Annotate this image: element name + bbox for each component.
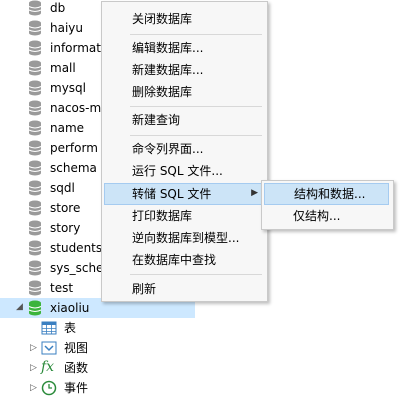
tree-child-label: 事件 bbox=[64, 381, 89, 395]
menu-item-label: 结构和数据... bbox=[294, 187, 366, 201]
database-icon bbox=[28, 260, 42, 276]
menu-item-close-database[interactable]: 关闭数据库 bbox=[132, 8, 192, 30]
tree-item-label: nacos-m bbox=[50, 101, 102, 115]
database-icon bbox=[28, 120, 42, 136]
menu-item-reverse-to-model[interactable]: 逆向数据库到模型... bbox=[132, 227, 239, 249]
tree-item-label: test bbox=[50, 281, 74, 295]
menu-separator bbox=[130, 274, 262, 275]
menu-item-run-sql-file[interactable]: 运行 SQL 文件... bbox=[132, 160, 223, 182]
database-icon bbox=[28, 160, 42, 176]
tree-item-label: mall bbox=[50, 61, 76, 75]
menu-separator bbox=[130, 34, 262, 35]
view-icon bbox=[41, 341, 57, 355]
menu-item-print-database[interactable]: 打印数据库 bbox=[132, 205, 192, 227]
database-icon bbox=[28, 200, 42, 216]
submenu-dump-sql: 结构和数据... 仅结构... bbox=[261, 180, 394, 230]
menu-item-dump-sql-file[interactable]: 转储 SQL 文件 ▶ bbox=[104, 183, 263, 205]
database-icon bbox=[28, 40, 42, 56]
database-open-icon bbox=[28, 300, 42, 316]
database-icon bbox=[28, 60, 42, 76]
database-icon bbox=[28, 180, 42, 196]
submenu-arrow-icon: ▶ bbox=[251, 188, 258, 198]
event-clock-icon bbox=[41, 380, 57, 396]
function-icon: fx bbox=[41, 359, 55, 375]
tree-item-label: xiaoliu bbox=[50, 301, 90, 315]
table-icon bbox=[41, 321, 57, 335]
menu-item-label: 转储 SQL 文件 bbox=[132, 187, 212, 201]
tree-item-label: sys_sche bbox=[50, 261, 104, 275]
menu-item-edit-database[interactable]: 编辑数据库... bbox=[132, 37, 203, 59]
menu-item-find-in-database[interactable]: 在数据库中查找 bbox=[132, 249, 216, 271]
menu-item-delete-database[interactable]: 删除数据库 bbox=[132, 81, 192, 103]
tree-child-functions[interactable]: ▷ fx 函数 bbox=[0, 358, 195, 378]
collapse-arrow-icon[interactable]: ◢ bbox=[16, 302, 23, 312]
menu-separator bbox=[130, 135, 262, 136]
menu-item-new-database[interactable]: 新建数据库... bbox=[132, 59, 203, 81]
expand-arrow-icon[interactable]: ▷ bbox=[30, 363, 37, 373]
tree-child-events[interactable]: ▷ 事件 bbox=[0, 378, 195, 398]
submenu-item-structure-and-data[interactable]: 结构和数据... bbox=[264, 183, 389, 205]
database-icon bbox=[28, 280, 42, 296]
tree-item-label: schema bbox=[50, 161, 97, 175]
database-icon bbox=[28, 140, 42, 156]
database-icon bbox=[28, 220, 42, 236]
tree-child-views[interactable]: ▷ 视图 bbox=[0, 338, 195, 358]
tree-child-label: 表 bbox=[64, 321, 77, 335]
database-icon bbox=[28, 80, 42, 96]
tree-item-label: sqdl bbox=[50, 181, 75, 195]
database-icon bbox=[28, 0, 42, 16]
tree-item-label: db bbox=[50, 1, 66, 15]
expand-arrow-icon[interactable]: ▷ bbox=[30, 383, 37, 393]
tree-child-label: 函数 bbox=[64, 361, 89, 375]
database-icon bbox=[28, 100, 42, 116]
tree-item-label: store bbox=[50, 201, 81, 215]
tree-item-label: story bbox=[50, 221, 81, 235]
tree-child-tables[interactable]: 表 bbox=[0, 318, 195, 338]
tree-item-label: name bbox=[50, 121, 85, 135]
tree-item-label: mysql bbox=[50, 81, 86, 95]
submenu-item-structure-only[interactable]: 仅结构... bbox=[293, 205, 340, 227]
database-icon bbox=[28, 20, 42, 36]
database-icon bbox=[28, 240, 42, 256]
tree-item-label: students bbox=[50, 241, 103, 255]
menu-separator bbox=[130, 106, 262, 107]
expand-arrow-icon[interactable]: ▷ bbox=[30, 343, 37, 353]
menu-item-command-line[interactable]: 命令列界面... bbox=[132, 138, 203, 160]
tree-item-label: haiyu bbox=[50, 21, 83, 35]
menu-item-new-query[interactable]: 新建查询 bbox=[132, 109, 180, 131]
menu-item-refresh[interactable]: 刷新 bbox=[132, 278, 156, 300]
tree-child-label: 视图 bbox=[64, 341, 89, 355]
tree-item-label: informat bbox=[50, 41, 101, 55]
tree-item-label: perform bbox=[50, 141, 98, 155]
context-menu: 关闭数据库 编辑数据库... 新建数据库... 删除数据库 新建查询 命令列界面… bbox=[101, 1, 268, 302]
